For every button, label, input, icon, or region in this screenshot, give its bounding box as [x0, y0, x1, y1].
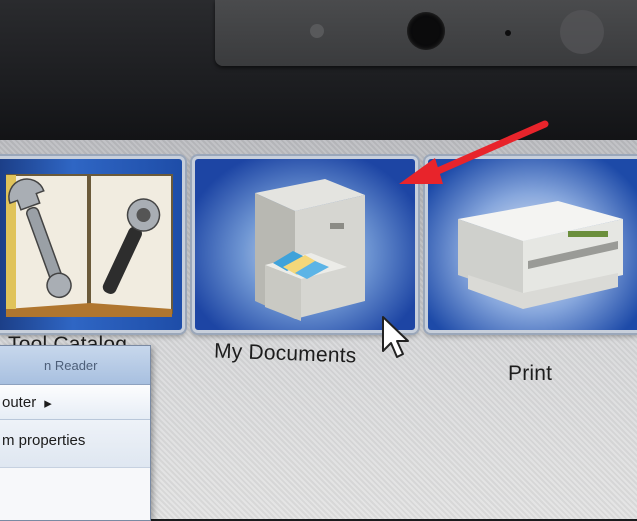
- breadcrumb[interactable]: outer ▸: [0, 384, 150, 420]
- sensor-icon: [310, 24, 324, 38]
- tool-catalog-icon: [6, 174, 173, 317]
- window-title: n Reader: [0, 346, 150, 384]
- print-label: Print: [508, 362, 553, 385]
- explorer-window[interactable]: n Reader outer ▸ m properties: [0, 345, 151, 521]
- mouse-cursor-icon: [382, 316, 409, 358]
- my-documents-label: My Documents: [213, 339, 357, 368]
- annotation-arrow-icon: [399, 120, 549, 184]
- breadcrumb-computer[interactable]: outer: [2, 394, 36, 411]
- indicator-light-icon: [505, 30, 511, 36]
- system-properties-button[interactable]: m properties: [0, 420, 150, 468]
- window-content-area: [0, 468, 150, 520]
- my-documents-tile[interactable]: [192, 156, 418, 333]
- microphone-icon: [560, 10, 604, 54]
- filing-cabinet-icon: [255, 179, 365, 321]
- camera-lens-icon: [407, 12, 445, 50]
- webcam-bar: [215, 0, 637, 66]
- printer-icon: [458, 201, 623, 309]
- tool-catalog-tile[interactable]: [0, 156, 185, 333]
- breadcrumb-arrow-icon[interactable]: ▸: [44, 394, 52, 412]
